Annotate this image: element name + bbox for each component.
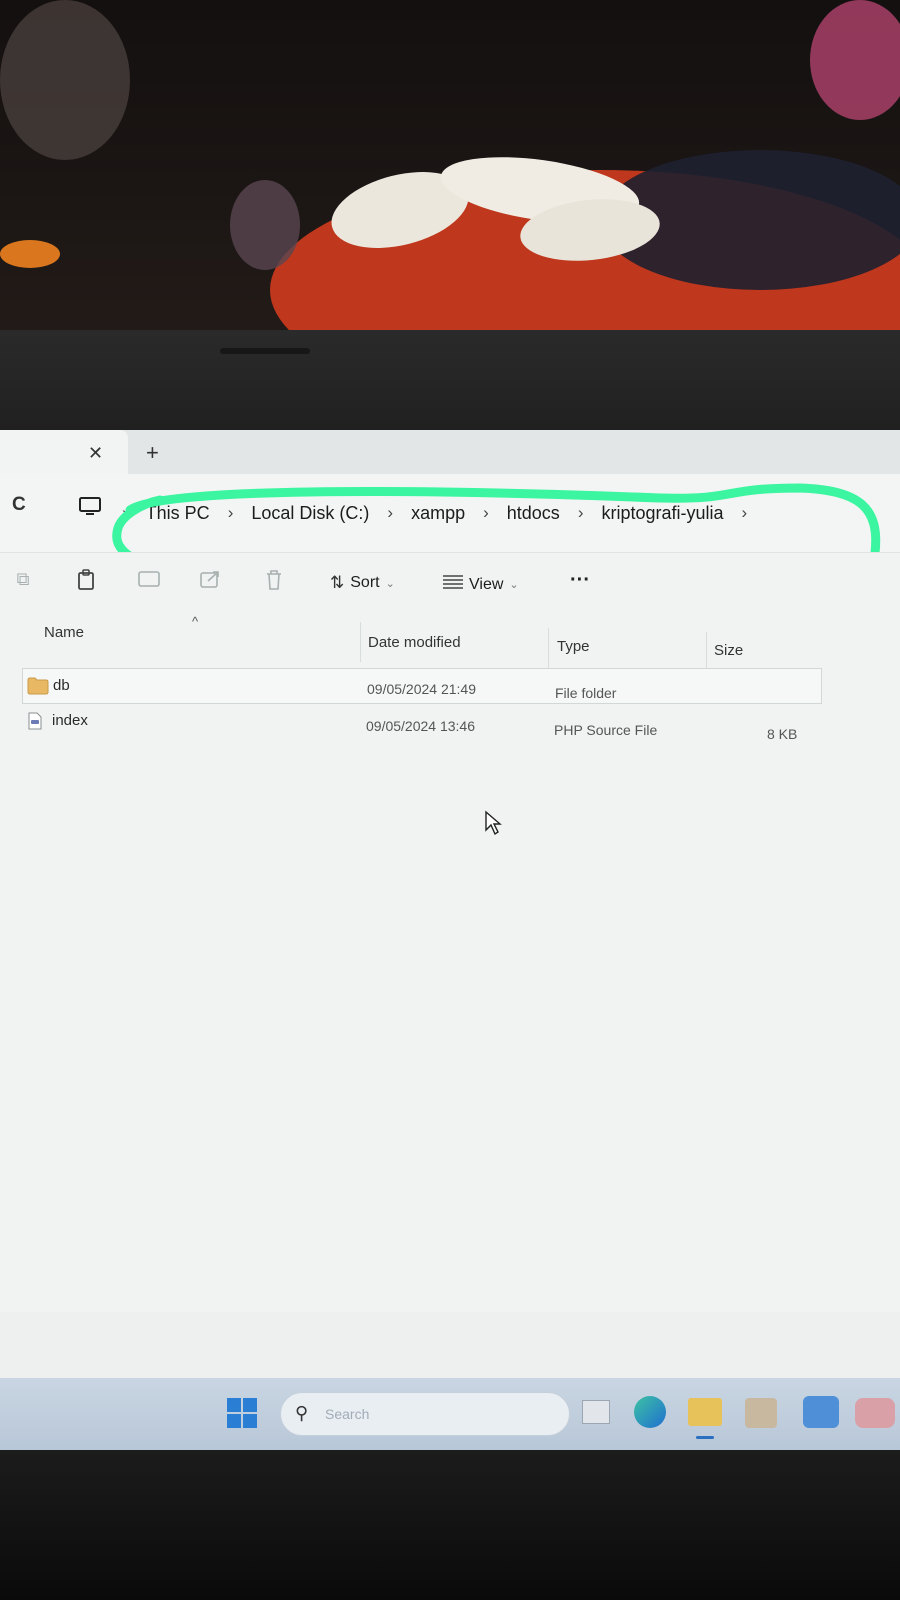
taskbar-search[interactable]: ⚲ Search [280,1392,570,1436]
file-name: db [53,677,70,694]
file-list: Name ^ Date modified Type Size db 09/05/… [0,612,900,1312]
sort-label: Sort [350,574,380,591]
breadcrumb-separator-icon[interactable]: › [574,503,588,523]
taskbar: ⚲ Search [0,1378,900,1450]
breadcrumb-item[interactable]: Local Disk (C:) [237,503,383,524]
file-type: File folder [555,685,617,701]
task-view-icon[interactable] [582,1400,610,1424]
file-row-index[interactable]: index 09/05/2024 13:46 PHP Source File 8… [22,704,822,742]
view-button[interactable]: View ⌄ [443,575,519,594]
breadcrumb-item[interactable]: xampp [397,503,479,524]
file-explorer-taskbar-icon[interactable] [688,1398,722,1426]
refresh-icon[interactable]: C [12,494,26,516]
edge-browser-icon[interactable] [634,1396,666,1428]
more-options-icon[interactable]: ··· [570,569,590,592]
store-icon[interactable] [745,1398,777,1428]
share-icon[interactable] [200,569,222,593]
tab-strip: ✕ + [0,430,900,474]
search-placeholder: Search [325,1406,370,1422]
sort-icon: ⇅ [330,573,345,592]
column-divider[interactable] [548,628,549,668]
sort-ascending-icon: ^ [192,614,199,629]
breadcrumb-separator-icon[interactable]: › [479,503,493,523]
active-app-indicator [696,1436,714,1439]
mail-icon[interactable] [803,1396,839,1428]
file-name: index [52,712,88,729]
file-size: 8 KB [767,726,798,742]
column-header-size[interactable]: Size [714,642,743,659]
breadcrumb-item[interactable]: kriptografi-yulia [587,503,737,524]
file-type: PHP Source File [554,722,658,738]
orange-object [0,240,60,268]
app-icon[interactable] [855,1398,895,1428]
view-icon [443,575,463,594]
cushion [230,180,300,270]
command-bar: ⧉ ⇅ Sort ⌄ View ⌄ ··· [0,552,900,612]
copy-icon[interactable]: ⧉ [12,569,34,593]
breadcrumb-separator-icon[interactable]: › [224,503,238,523]
wall-poster [0,0,130,160]
windows-start-icon[interactable] [227,1398,257,1433]
chevron-down-icon: ⌄ [385,577,395,590]
tab-current-folder[interactable]: ✕ [0,430,128,474]
search-icon: ⚲ [295,1403,309,1423]
column-header-type[interactable]: Type [557,638,590,655]
breadcrumb-separator-icon[interactable]: › [383,503,397,523]
file-explorer-window: ✕ + C › This PC › Local Disk (C:) › xampp › htd… [0,430,900,1378]
sort-button[interactable]: ⇅ Sort ⌄ [330,573,395,593]
column-header-name[interactable]: Name [44,624,84,641]
breadcrumb-item[interactable]: This PC [132,503,224,524]
rename-icon[interactable] [138,569,160,593]
chevron-down-icon: ⌄ [509,579,519,591]
folder-icon [27,677,49,700]
breadcrumb-item[interactable]: htdocs [493,503,574,524]
file-date: 09/05/2024 13:46 [366,718,475,734]
view-label: View [469,575,504,593]
breadcrumb-separator-icon[interactable]: › [738,503,752,523]
pink-decor [810,0,900,120]
close-tab-icon[interactable]: ✕ [88,442,103,464]
column-divider[interactable] [360,622,361,662]
webcam [220,348,310,354]
new-tab-icon[interactable]: + [146,442,159,464]
background-photo [0,0,900,345]
file-row-db[interactable]: db 09/05/2024 21:49 File folder [22,668,822,704]
breadcrumb: › This PC › Local Disk (C:) › xampp › htdocs › kr… [118,474,751,552]
address-row: C › This PC › Local Disk (C:) › xampp › htdocs ›… [0,474,900,552]
column-header-date[interactable]: Date modified [368,634,461,651]
column-divider[interactable] [706,632,707,672]
computer-icon[interactable] [78,496,102,523]
paste-icon[interactable] [75,569,97,593]
laptop-lower-bezel [0,1450,900,1600]
mouse-cursor-icon [484,810,502,841]
file-date: 09/05/2024 21:49 [367,681,476,697]
breadcrumb-separator-icon[interactable]: › [118,503,132,523]
laptop-bezel [0,330,900,442]
delete-icon[interactable] [263,569,285,593]
php-file-icon [28,712,42,735]
